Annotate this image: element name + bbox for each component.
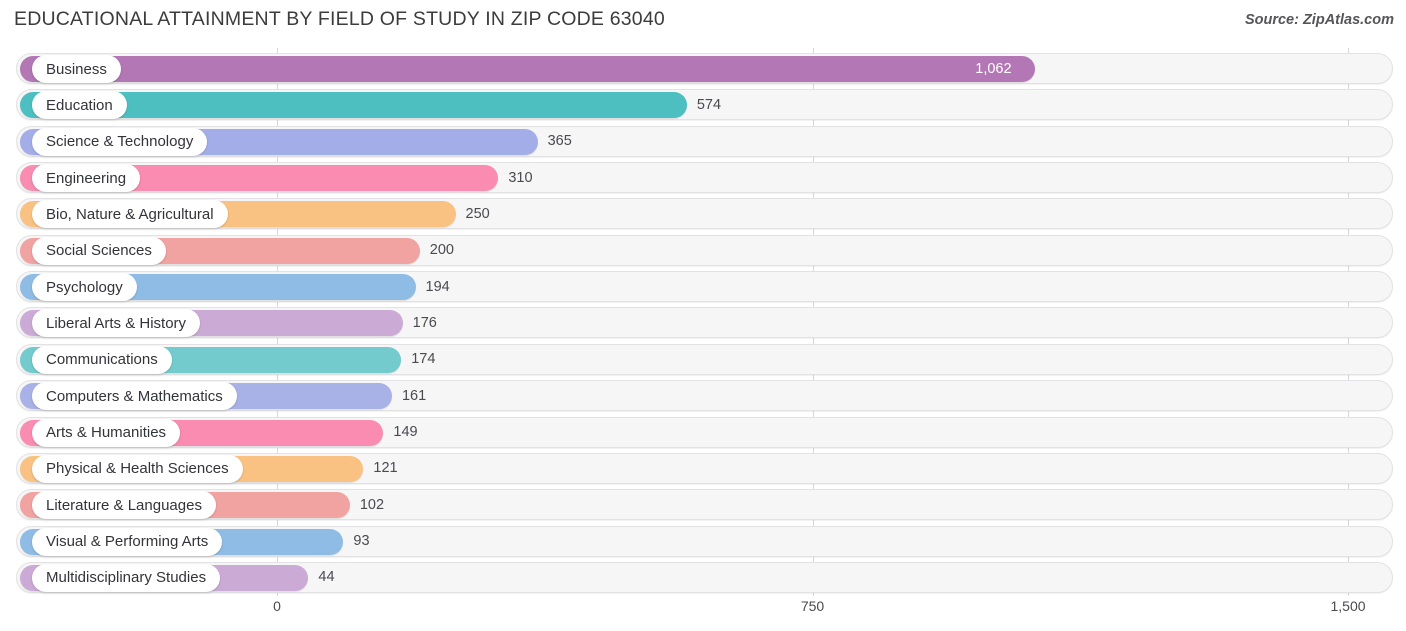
bar-category-label: Social Sciences xyxy=(32,236,166,265)
bar-value-label: 102 xyxy=(359,496,385,513)
bar-category-label: Communications xyxy=(32,345,172,374)
bar-value-label: 1,062 xyxy=(975,61,1012,77)
bar-value-label: 161 xyxy=(401,387,427,404)
chart-header: EDUCATIONAL ATTAINMENT BY FIELD OF STUDY… xyxy=(0,0,1406,44)
bar-category-label: Computers & Mathematics xyxy=(32,382,237,411)
bar-row[interactable]: Physical & Health Sciences 121 xyxy=(16,452,1393,486)
bar-row[interactable]: Education 574 xyxy=(16,89,1393,122)
bar-value-label: 121 xyxy=(373,460,398,477)
bar-category-label: Physical & Health Sciences xyxy=(32,454,243,483)
bar-row[interactable]: Liberal Arts & History 176 xyxy=(16,307,1393,340)
bar-category-label: Liberal Arts & History xyxy=(32,309,201,338)
x-axis-tick-label: 1,500 xyxy=(1330,598,1366,614)
bar-category-label: Arts & Humanities xyxy=(32,418,181,447)
bar-row[interactable]: Communications 174 xyxy=(16,343,1393,377)
bar-row[interactable]: Computers & Mathematics 161 xyxy=(16,380,1393,413)
bar-value-label: 176 xyxy=(412,314,437,331)
bar-value-label: 574 xyxy=(696,96,722,113)
bar-value-label: 200 xyxy=(429,242,454,259)
bar-row[interactable]: Multidisciplinary Studies 44 xyxy=(16,561,1393,595)
bar[interactable] xyxy=(20,56,1036,82)
bar-row[interactable]: Literature & Languages 102 xyxy=(16,489,1393,522)
x-axis-tick-label: 0 xyxy=(273,598,281,614)
x-axis-tick-label: 750 xyxy=(800,598,825,614)
bar-row[interactable]: Psychology 194 xyxy=(16,271,1393,304)
bar-row[interactable]: Business 1,062 xyxy=(16,53,1393,86)
bar-value-label: 310 xyxy=(508,169,533,186)
bar-category-label: Visual & Performing Arts xyxy=(32,527,223,556)
bar-chart-plot-area: Business 1,062 Education 574 Science & Techn… xyxy=(0,48,1406,596)
bar-value-label: 194 xyxy=(425,278,450,295)
bar-category-label: Education xyxy=(32,91,127,120)
bar-row[interactable]: Arts & Humanities 149 xyxy=(16,416,1393,450)
bar-row[interactable]: Social Sciences 200 xyxy=(16,234,1393,268)
source-attribution: Source: ZipAtlas.com xyxy=(1244,12,1394,28)
bar-value-label: 365 xyxy=(547,133,572,150)
bar-value-label: 174 xyxy=(411,351,436,368)
bar-value-label: 250 xyxy=(465,205,490,222)
bar-row[interactable]: Science & Technology 365 xyxy=(16,125,1393,159)
bar-category-label: Science & Technology xyxy=(32,127,208,156)
x-axis: 0 750 1,500 xyxy=(0,596,1406,631)
bar-row[interactable]: Bio, Nature & Agricultural 250 xyxy=(16,198,1393,231)
bar-category-label: Engineering xyxy=(32,164,141,193)
bar-value-label: 93 xyxy=(353,533,370,550)
page-title: EDUCATIONAL ATTAINMENT BY FIELD OF STUDY… xyxy=(14,8,665,30)
bar-category-label: Multidisciplinary Studies xyxy=(32,563,221,592)
bar-category-label: Psychology xyxy=(32,273,137,302)
bar-category-label: Literature & Languages xyxy=(32,491,216,520)
bar-value-label: 149 xyxy=(393,424,418,440)
bar-category-label: Bio, Nature & Agricultural xyxy=(32,200,228,229)
bar-category-label: Business xyxy=(32,55,121,83)
bar-value-label: 44 xyxy=(318,569,335,586)
bar-row[interactable]: Visual & Performing Arts 93 xyxy=(16,525,1393,559)
bar-row[interactable]: Engineering 310 xyxy=(16,162,1393,195)
